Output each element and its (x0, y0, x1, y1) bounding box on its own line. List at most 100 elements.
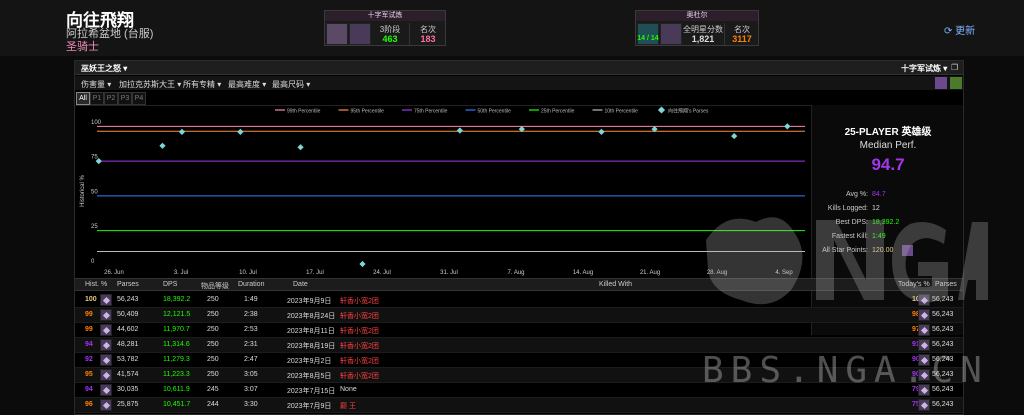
killed-with[interactable]: 轩香小宽2团 (340, 311, 379, 321)
table-row[interactable]: 94 30,035 10,611.9 245 3:07 2023年7月15日 None 79 5… (75, 383, 963, 398)
legend-entry: 50th Percentile (478, 109, 512, 115)
dps-value: 18,392.2 (163, 296, 191, 303)
zone-select[interactable]: 十字军试炼 ▾ (901, 63, 947, 74)
x-tick-label: 3. Jul (174, 270, 188, 276)
killed-with[interactable]: 轩香小宽2团 (340, 341, 379, 351)
x-tick-label: 17. Jul (306, 270, 324, 276)
refresh-button[interactable]: ⟳ 更新 (944, 22, 975, 37)
col-dps[interactable]: DPS (163, 281, 177, 288)
table-row[interactable]: 95 41,574 11,223.3 250 3:05 2023年8月5日 轩香小宽2团 90… (75, 368, 963, 383)
table-row[interactable]: 92 53,782 11,279.3 250 2:47 2023年9月2日 轩香小宽2团 90… (75, 353, 963, 368)
killed-with[interactable]: 轩香小宽2团 (340, 356, 379, 366)
spec-icon (918, 399, 930, 411)
col-parses-today[interactable]: Parses (935, 281, 957, 288)
spec-icon (100, 339, 112, 351)
x-tick-label: 7. Aug (507, 270, 524, 276)
phase-tab-all[interactable]: All (76, 92, 90, 105)
character-header: 向往飛翔 阿拉希盆地 (台服) 圣骑士 十字军试炼 3阶段 463 名次 183… (0, 0, 1024, 56)
killed-with[interactable]: 轩香小宽2团 (340, 296, 379, 306)
col-hist[interactable]: Hist. % (85, 281, 107, 288)
parse-count: 48,281 (117, 341, 139, 348)
killed-with[interactable]: 轩香小宽2团 (340, 326, 379, 336)
parse-count-today: 56,243 (932, 371, 954, 378)
table-header: Hist. % Parses DPS 物品等级 Duration Date Ki… (75, 278, 963, 291)
summary-stat-value: 1:49 (872, 233, 886, 240)
date: 2023年9月2日 (287, 358, 332, 365)
date: 2023年8月5日 (287, 373, 332, 380)
table-row[interactable]: 10056,24318,392.22501:492023年9月9日轩香小宽2团1… (75, 293, 963, 308)
parse-point (456, 127, 463, 134)
col-date[interactable]: Date (293, 281, 308, 288)
duration: 3:30 (244, 401, 258, 408)
killed-with[interactable]: 巅 王 (340, 401, 356, 411)
star-points-icon (902, 245, 913, 256)
phase-tab-p2[interactable]: P2 (104, 92, 118, 105)
size-menu[interactable]: 最高尺码 ▾ (272, 79, 310, 90)
parse-point (159, 142, 166, 149)
spec-menu-label: 所有专精 (183, 80, 215, 89)
col-today[interactable]: Today's % (898, 281, 930, 288)
table-row[interactable]: 99 44,602 11,970.7 250 2:53 2023年8月11日 轩香小宽2团 9… (75, 323, 963, 338)
spec-icon (100, 309, 112, 321)
card-col1-value: 1,821 (691, 34, 715, 44)
item-level: 244 (207, 401, 219, 408)
raid-summary-card-ulduar[interactable]: 奥杜尔 14 / 14 全明星分数 1,821 名次 3117 (635, 10, 759, 46)
x-tick-label: 14. Aug (573, 270, 593, 276)
expansion-select[interactable]: 巫妖王之怒 ▾ (81, 63, 127, 74)
parse-count-today: 56,243 (932, 341, 954, 348)
parse-point (784, 123, 791, 130)
chart-icon[interactable] (935, 77, 947, 89)
col-killed-with[interactable]: Killed With (599, 281, 632, 288)
spec-icon (918, 309, 930, 321)
killed-with[interactable]: 轩香小宽2团 (340, 371, 379, 381)
phase-tab-p1[interactable]: P1 (90, 92, 104, 105)
dps-value: 11,279.3 (163, 356, 190, 363)
y-tick-label: 25 (91, 224, 98, 230)
item-level: 250 (207, 311, 219, 318)
boss-menu-label: 加拉克苏斯大王 (119, 80, 175, 89)
parse-count: 50,409 (117, 311, 139, 318)
y-tick-label: 0 (91, 259, 95, 265)
difficulty-menu[interactable]: 最高难度 ▾ (228, 79, 266, 90)
raid-icon (326, 23, 348, 45)
date: 2023年8月19日 (287, 343, 336, 350)
item-level: 245 (207, 386, 219, 393)
metric-menu-label: 伤害量 (81, 80, 105, 89)
duration: 1:49 (244, 296, 258, 303)
card-title: 奥杜尔 (636, 11, 758, 21)
popout-icon[interactable]: ❐ (951, 63, 958, 72)
raid-summary-card-trial[interactable]: 十字军试炼 3阶段 463 名次 183 (324, 10, 446, 46)
spec-icon (918, 384, 930, 396)
col-ilvl[interactable]: 物品等级 (201, 281, 229, 291)
killed-with[interactable]: None (340, 386, 357, 393)
table-row[interactable]: 96 25,875 10,451.7 244 3:30 2023年7月9日巅 王 75 56,… (75, 398, 963, 413)
table-row[interactable]: 99 50,409 12,121.5 250 2:38 2023年8月24日 轩香小宽2团 9… (75, 308, 963, 323)
phase-tab-p3[interactable]: P3 (118, 92, 132, 105)
summary-stat-value: 18,392.2 (872, 219, 900, 226)
item-level: 250 (207, 371, 219, 378)
hist-percent: 99 (85, 311, 93, 318)
metric-menu[interactable]: 伤害量 ▾ (81, 79, 111, 90)
col-parses[interactable]: Parses (117, 281, 139, 288)
hist-percent: 95 (85, 371, 93, 378)
summary-stat-label: Avg %: (845, 191, 868, 198)
col-duration[interactable]: Duration (238, 281, 264, 288)
boss-menu[interactable]: 加拉克苏斯大王 ▾ (119, 79, 181, 90)
legend-entry: 25th Percentile (541, 109, 575, 115)
hist-percent: 94 (85, 386, 93, 393)
median-perf-value: 94.7 (871, 155, 905, 174)
date: 2023年8月24日 (287, 313, 336, 320)
parse-point (598, 128, 605, 136)
legend-entry: 75th Percentile (414, 109, 448, 115)
spec-menu[interactable]: 所有专精 ▾ (183, 79, 221, 90)
phase-tab-p4[interactable]: P4 (132, 92, 146, 105)
date: 2023年7月15日 (287, 388, 336, 395)
dps-value: 10,451.7 (163, 401, 191, 408)
settings-icon[interactable] (950, 77, 962, 89)
x-tick-label: 26. Jun (104, 270, 124, 276)
x-tick-label: 28. Aug (707, 270, 727, 276)
table-row[interactable]: 94 48,281 11,314.6 250 2:31 2023年8月19日 轩香小宽2团 9… (75, 338, 963, 353)
parse-count-today: 56,243 (932, 401, 954, 408)
parse-point (731, 132, 738, 140)
hist-percent: 100 (85, 296, 97, 303)
